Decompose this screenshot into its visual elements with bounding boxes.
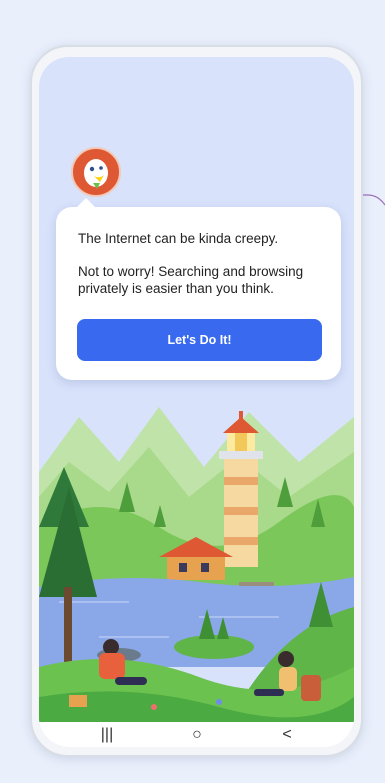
onboarding-dialog: The Internet can be kinda creepy. Not to… [56,198,341,380]
home-icon[interactable]: ○ [177,724,217,746]
app-screen: The Internet can be kinda creepy. Not to… [39,57,354,747]
lets-do-it-button[interactable]: Let's Do It! [77,319,322,361]
dialog-pointer [76,198,96,208]
home-glyph: ○ [192,726,202,743]
back-icon[interactable]: < [267,724,307,746]
back-glyph: < [282,726,292,743]
dialog-message-body: Not to worry! Searching and browsing pri… [78,264,304,296]
duck-icon [84,159,108,189]
recents-glyph: ||| [100,726,114,743]
system-navigation-bar: ||| ○ < [39,722,354,747]
dialog-message-headline: The Internet can be kinda creepy. [78,231,279,246]
lighthouse-illustration [39,377,354,722]
duckduckgo-logo [71,147,121,197]
recents-icon[interactable]: ||| [87,724,127,746]
phone-frame: The Internet can be kinda creepy. Not to… [30,45,363,757]
